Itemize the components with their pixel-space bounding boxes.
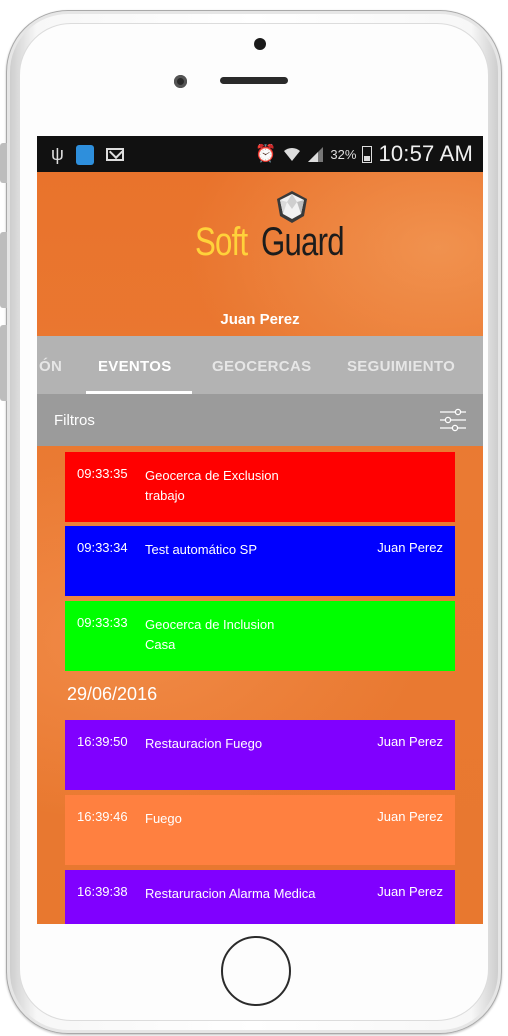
event-subtitle: Casa [145,637,176,652]
event-description: Test automático SP [145,540,365,560]
alarm-icon: ⏰ [255,144,277,163]
event-description: Geocerca de Exclusion trabajo [145,466,365,506]
front-camera [174,75,187,88]
volume-down-button [0,325,7,401]
event-time: 09:33:33 [77,615,128,630]
home-button[interactable] [221,936,291,1006]
logo-gem-icon [277,191,307,223]
tab-eventos[interactable]: EVENTOS [98,358,172,375]
mute-switch [0,143,7,183]
earpiece-speaker [220,77,288,84]
date-header: 29/06/2016 [67,684,158,704]
event-description: Restaruracion Alarma Medica [145,884,365,904]
tab-partial-left[interactable]: ÓN [39,358,62,375]
app-notification-icon [75,144,94,165]
proximity-sensor [254,38,266,50]
event-item[interactable]: 09:33:34 Test automático SP Juan Perez [65,526,455,596]
filters-bar[interactable]: Filtros [37,394,483,446]
logo-soft-text: Soft [195,220,248,264]
user-name: Juan Perez [220,311,300,328]
wifi-icon [284,147,301,161]
event-item[interactable]: 16:39:46 Fuego Juan Perez [65,795,455,865]
event-title: Restaruracion Alarma Medica [145,886,316,901]
event-title: Test automático SP [145,542,257,557]
filters-label: Filtros [54,412,95,429]
event-time: 16:39:50 [77,734,128,749]
status-time: 10:57 AM [378,141,473,166]
app-header: Soft Guard Juan Perez [37,172,483,336]
phone-screen: ψ ⏰ 32% 10:57 AM Soft Guard Juan Perez Ó… [37,136,483,924]
event-title: Geocerca de Exclusion [145,468,279,483]
event-user: Juan Perez [377,540,443,555]
event-title: Fuego [145,811,182,826]
event-description: Geocerca de Inclusion Casa [145,615,365,655]
app-body: Soft Guard Juan Perez ÓN EVENTOS GEOCERC… [37,172,483,924]
event-user: Juan Perez [377,884,443,899]
battery-icon [362,145,373,163]
event-description: Restauracion Fuego [145,734,365,754]
event-item[interactable]: 09:33:35 Geocerca de Exclusion trabajo [65,452,455,522]
sliders-icon[interactable] [438,407,468,433]
event-item[interactable]: 16:39:38 Restaruracion Alarma Medica Jua… [65,870,455,924]
tab-geocercas[interactable]: GEOCERCAS [212,358,311,375]
event-user: Juan Perez [377,734,443,749]
event-time: 16:39:38 [77,884,128,899]
event-title: Geocerca de Inclusion [145,617,275,632]
signal-icon [308,147,324,162]
event-description: Fuego [145,809,365,829]
tab-seguimiento[interactable]: SEGUIMIENTO [347,358,455,375]
battery-percent: 32% [330,146,357,162]
mail-icon [105,148,124,161]
event-time: 09:33:34 [77,540,128,555]
volume-up-button [0,232,7,308]
event-user: Juan Perez [377,809,443,824]
softguard-logo: Soft Guard [195,191,345,276]
tab-bar: ÓN EVENTOS GEOCERCAS SEGUIMIENTO [37,336,483,394]
logo-guard-text: Guard [261,220,345,264]
status-bar: ψ ⏰ 32% 10:57 AM [37,136,483,172]
event-time: 09:33:35 [77,466,128,481]
usb-icon: ψ [51,144,64,164]
event-time: 16:39:46 [77,809,128,824]
event-item[interactable]: 09:33:33 Geocerca de Inclusion Casa [65,601,455,671]
event-item[interactable]: 16:39:50 Restauracion Fuego Juan Perez [65,720,455,790]
event-title: Restauracion Fuego [145,736,263,751]
event-subtitle: trabajo [145,488,185,503]
